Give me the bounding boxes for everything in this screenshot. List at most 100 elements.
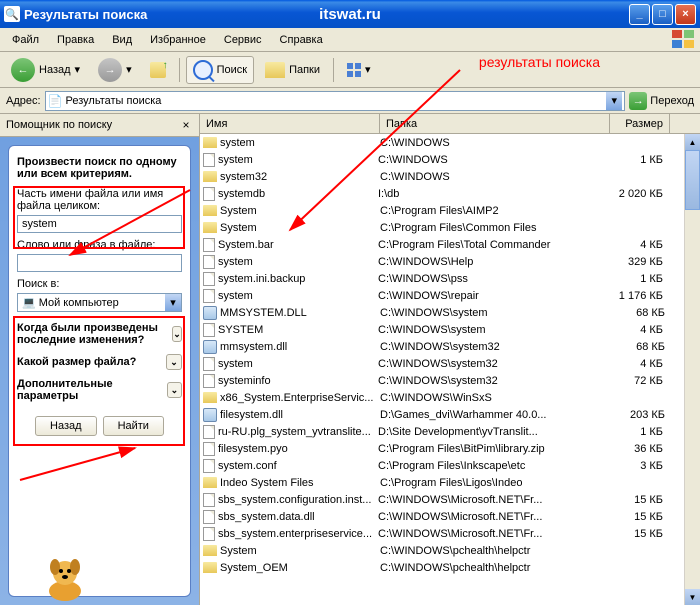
file-icon xyxy=(203,187,215,201)
maximize-button[interactable]: □ xyxy=(652,4,673,25)
file-path: C:\WINDOWS\system32 xyxy=(378,358,608,370)
result-row[interactable]: filesystem.pyo C:\Program Files\BitPim\l… xyxy=(200,440,700,457)
result-row[interactable]: System_OEM C:\WINDOWS\pchealth\helpctr xyxy=(200,559,700,576)
dll-icon xyxy=(203,408,217,422)
col-folder[interactable]: Папка xyxy=(380,114,610,133)
filename-input[interactable] xyxy=(17,215,182,233)
back-button[interactable]: ← Назад ▾ xyxy=(4,54,87,86)
app-icon: 🔍 xyxy=(4,6,20,22)
result-row[interactable]: sbs_system.data.dll C:\WINDOWS\Microsoft… xyxy=(200,508,700,525)
result-row[interactable]: ru-RU.plg_system_yvtranslite... D:\Site … xyxy=(200,423,700,440)
address-dropdown[interactable]: ▾ xyxy=(606,92,622,110)
phrase-input[interactable] xyxy=(17,254,182,272)
result-row[interactable]: Indeo System Files C:\Program Files\Ligo… xyxy=(200,474,700,491)
expand-more[interactable]: Дополнительные параметры ⌄ xyxy=(17,374,182,406)
file-icon xyxy=(203,323,215,337)
result-row[interactable]: System C:\Program Files\AIMP2 xyxy=(200,202,700,219)
folder-icon xyxy=(203,137,217,148)
result-row[interactable]: System C:\WINDOWS\pchealth\helpctr xyxy=(200,542,700,559)
file-icon xyxy=(203,255,215,269)
result-row[interactable]: System C:\Program Files\Common Files xyxy=(200,219,700,236)
file-size: 15 КБ xyxy=(608,511,663,523)
result-row[interactable]: filesystem.dll D:\Games_dvi\Warhammer 40… xyxy=(200,406,700,423)
file-icon xyxy=(203,272,215,286)
file-size: 1 КБ xyxy=(608,154,663,166)
result-row[interactable]: sbs_system.configuration.inst... C:\WIND… xyxy=(200,491,700,508)
result-row[interactable]: MMSYSTEM.DLL C:\WINDOWS\system 68 КБ xyxy=(200,304,700,321)
up-button[interactable] xyxy=(143,58,173,82)
menubar: Файл Правка Вид Избранное Сервис Справка xyxy=(0,28,700,52)
result-row[interactable]: x86_System.EnterpriseServic... C:\WINDOW… xyxy=(200,389,700,406)
folders-button[interactable]: Папки xyxy=(258,58,327,82)
toolbar: ← Назад ▾ → ▾ Поиск Папки ▾ результаты п… xyxy=(0,52,700,88)
menu-file[interactable]: Файл xyxy=(4,32,47,48)
file-path: C:\Program Files\Inkscape\etc xyxy=(378,460,608,472)
annotation-text: результаты поиска xyxy=(479,54,600,70)
chevron-icon: ⌄ xyxy=(166,354,182,370)
col-size[interactable]: Размер xyxy=(610,114,670,133)
result-row[interactable]: system C:\WINDOWS\system32 4 КБ xyxy=(200,355,700,372)
result-row[interactable]: system32 C:\WINDOWS xyxy=(200,168,700,185)
menu-favorites[interactable]: Избранное xyxy=(142,32,214,48)
back-arrow-icon: ← xyxy=(11,58,35,82)
forward-arrow-icon: → xyxy=(98,58,122,82)
file-icon xyxy=(203,289,215,303)
phrase-label: Слово или фраза в файле: xyxy=(17,239,182,251)
chevron-icon: ⌄ xyxy=(167,382,182,398)
scroll-down[interactable]: ▼ xyxy=(685,589,700,605)
combo-dropdown[interactable]: ▾ xyxy=(165,294,181,311)
file-icon xyxy=(203,374,215,388)
result-row[interactable]: system C:\WINDOWS 1 КБ xyxy=(200,151,700,168)
result-row[interactable]: systeminfo C:\WINDOWS\system32 72 КБ xyxy=(200,372,700,389)
file-size: 36 КБ xyxy=(608,443,663,455)
col-name[interactable]: Имя xyxy=(200,114,380,133)
result-row[interactable]: system.conf C:\Program Files\Inkscape\et… xyxy=(200,457,700,474)
minimize-button[interactable]: _ xyxy=(629,4,650,25)
result-row[interactable]: mmsystem.dll C:\WINDOWS\system32 68 КБ xyxy=(200,338,700,355)
file-name: sbs_system.configuration.inst... xyxy=(218,494,378,506)
address-label: Адрес: xyxy=(6,95,41,107)
menu-tools[interactable]: Сервис xyxy=(216,32,270,48)
menu-view[interactable]: Вид xyxy=(104,32,140,48)
expand-modified[interactable]: Когда были произведены последние изменен… xyxy=(17,318,182,350)
menu-edit[interactable]: Правка xyxy=(49,32,102,48)
views-button[interactable]: ▾ xyxy=(340,59,378,81)
find-button[interactable]: Найти xyxy=(103,416,164,436)
file-name: sbs_system.enterpriseservice... xyxy=(218,528,378,540)
file-icon xyxy=(203,153,215,167)
result-row[interactable]: SYSTEM C:\WINDOWS\system 4 КБ xyxy=(200,321,700,338)
result-row[interactable]: systemdb I:\db 2 020 КБ xyxy=(200,185,700,202)
menu-help[interactable]: Справка xyxy=(272,32,331,48)
scrollbar[interactable]: ▲ ▼ xyxy=(684,134,700,605)
result-row[interactable]: system C:\WINDOWS\repair 1 176 КБ xyxy=(200,287,700,304)
go-button[interactable]: → Переход xyxy=(629,92,694,110)
scroll-thumb[interactable] xyxy=(685,150,700,210)
scroll-up[interactable]: ▲ xyxy=(685,134,700,150)
result-row[interactable]: System.bar C:\Program Files\Total Comman… xyxy=(200,236,700,253)
result-row[interactable]: sbs_system.enterpriseservice... C:\WINDO… xyxy=(200,525,700,542)
search-button[interactable]: Поиск xyxy=(186,56,254,84)
close-button[interactable]: × xyxy=(675,4,696,25)
result-row[interactable]: system C:\WINDOWS\Help 329 КБ xyxy=(200,253,700,270)
titlebar: 🔍 Результаты поиска itswat.ru _ □ × xyxy=(0,0,700,28)
file-path: I:\db xyxy=(378,188,608,200)
file-name: SYSTEM xyxy=(218,324,378,336)
result-row[interactable]: system.ini.backup C:\WINDOWS\pss 1 КБ xyxy=(200,270,700,287)
address-field[interactable]: 📄 ▾ xyxy=(45,91,626,111)
address-input[interactable] xyxy=(66,95,607,107)
windows-logo-icon xyxy=(672,30,696,50)
lookin-combo[interactable]: 💻Мой компьютер ▾ xyxy=(17,293,182,312)
expand-size[interactable]: Какой размер файла? ⌄ xyxy=(17,350,182,374)
chevron-icon: ⌄ xyxy=(172,326,182,342)
file-path: C:\WINDOWS\WinSxS xyxy=(380,392,610,404)
dll-icon xyxy=(203,340,217,354)
file-icon xyxy=(203,493,215,507)
forward-button[interactable]: → ▾ xyxy=(91,54,139,86)
back-search-button[interactable]: Назад xyxy=(35,416,97,436)
file-path: C:\WINDOWS\Microsoft.NET\Fr... xyxy=(378,511,608,523)
file-name: system.conf xyxy=(218,460,378,472)
file-path: C:\Program Files\Common Files xyxy=(380,222,610,234)
file-size: 4 КБ xyxy=(608,358,663,370)
sidebar-close[interactable]: × xyxy=(179,118,193,132)
result-row[interactable]: system C:\WINDOWS xyxy=(200,134,700,151)
